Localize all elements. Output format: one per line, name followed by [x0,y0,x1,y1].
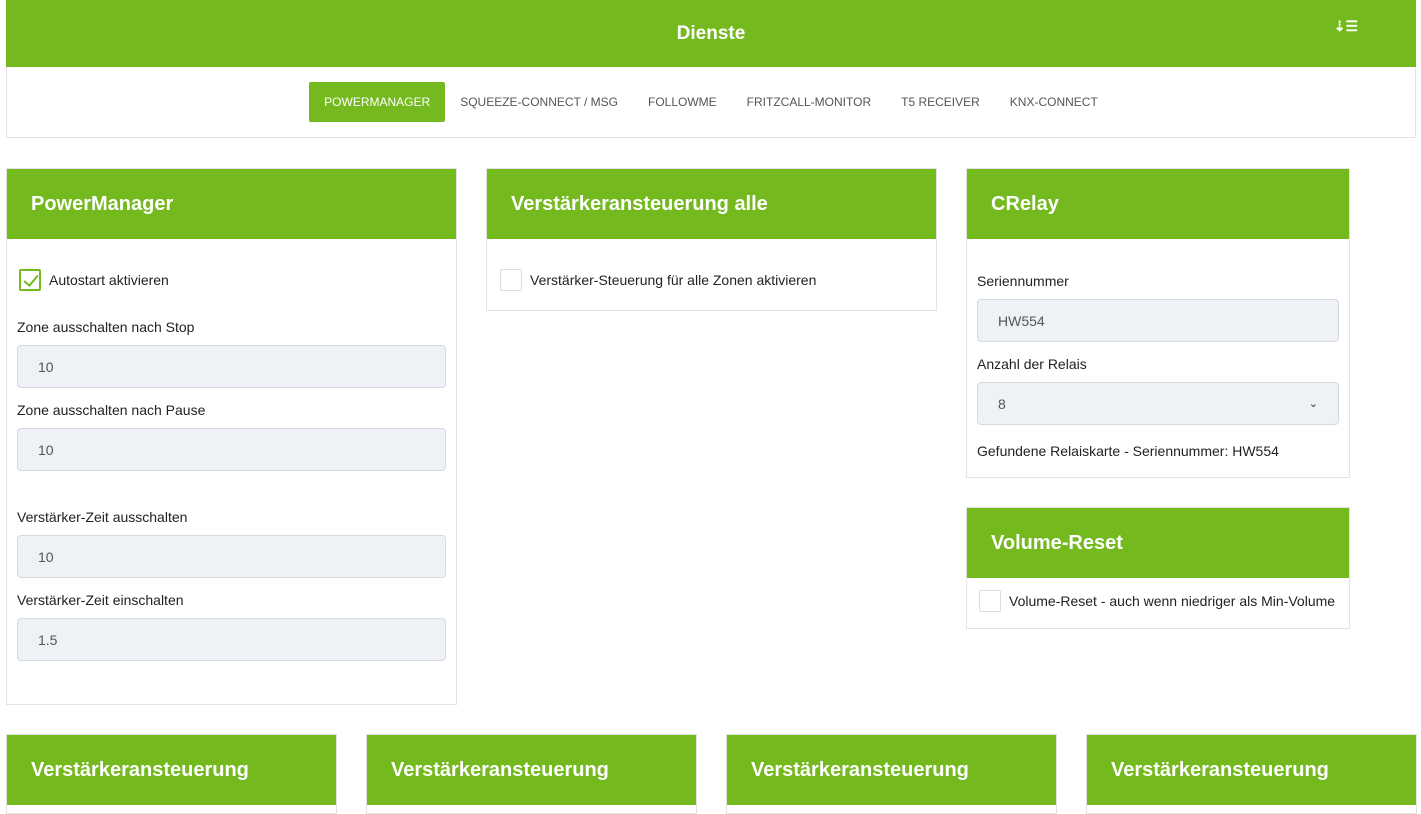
field-label: Zone ausschalten nach Stop [17,319,195,335]
powermanager-card: PowerManager Autostart aktivieren Zone a… [6,168,457,705]
tab-bar: POWERMANAGER SQUEEZE-CONNECT / MSG FOLLO… [6,67,1416,138]
amp-zone-card: Verstärkeransteuerung [6,734,337,814]
field-label: Verstärker-Zeit einschalten [17,592,184,608]
checkbox-label: Verstärker-Steuerung für alle Zonen akti… [530,272,817,288]
card-title: CRelay [967,169,1349,239]
volume-reset-checkbox[interactable]: Volume-Reset - auch wenn niedriger als M… [979,590,1337,612]
tab-followme[interactable]: FOLLOWME [633,82,732,122]
checkbox-icon[interactable] [500,269,522,291]
select-value: 8 [998,395,1006,412]
relay-count-select[interactable]: 8 ⌄ [977,382,1339,425]
page-title: Dienste [676,22,746,44]
amp-off-time-input[interactable]: 10 [17,535,446,578]
card-title: Verstärkeransteuerung [7,735,336,805]
relay-count-label: Anzahl der Relais [977,356,1087,372]
amp-on-time-input[interactable]: 1.5 [17,618,446,661]
card-title: Volume-Reset [967,508,1349,578]
top-header: Dienste ⇣☰ [6,0,1416,67]
tab-knx-connect[interactable]: KNX-CONNECT [995,82,1113,122]
tab-powermanager[interactable]: POWERMANAGER [309,82,446,122]
card-title: Verstärkeransteuerung [727,735,1056,805]
tab-squeeze-connect[interactable]: SQUEEZE-CONNECT / MSG [445,82,633,122]
autostart-checkbox[interactable]: Autostart aktivieren [19,269,446,291]
serial-label: Seriennummer [977,273,1069,289]
checkbox-label: Volume-Reset - auch wenn niedriger als M… [1009,593,1336,609]
tab-t5-receiver[interactable]: T5 RECEIVER [886,82,995,122]
field-label: Zone ausschalten nach Pause [17,402,206,418]
tab-fritzcall-monitor[interactable]: FRITZCALL-MONITOR [732,82,886,122]
crelay-card: CRelay Seriennummer HW554 Anzahl der Rel… [966,168,1350,478]
checkbox-checked-icon[interactable] [19,269,41,291]
amp-zone-card: Verstärkeransteuerung [726,734,1057,814]
zone-off-after-pause-input[interactable]: 10 [17,428,446,471]
card-title: Verstärkeransteuerung [1087,735,1416,805]
amp-all-card: Verstärkeransteuerung alle Verstärker-St… [486,168,937,311]
found-relay-text: Gefundene Relaiskarte - Seriennummer: HW… [977,443,1279,459]
card-title: Verstärkeransteuerung [367,735,696,805]
checkbox-label: Autostart aktivieren [49,272,169,288]
amp-all-checkbox[interactable]: Verstärker-Steuerung für alle Zonen akti… [500,269,923,291]
chevron-down-icon: ⌄ [1308,398,1318,410]
field-label: Verstärker-Zeit ausschalten [17,509,188,525]
amp-zone-card: Verstärkeransteuerung [366,734,697,814]
zone-off-after-stop-input[interactable]: 10 [17,345,446,388]
checkbox-icon[interactable] [979,590,1001,612]
volume-reset-card: Volume-Reset Volume-Reset - auch wenn ni… [966,507,1350,629]
amp-zone-card: Verstärkeransteuerung [1086,734,1417,814]
serial-input[interactable]: HW554 [977,299,1339,342]
sort-desc-icon[interactable]: ⇣☰ [1334,18,1358,35]
card-title: PowerManager [7,169,456,239]
card-title: Verstärkeransteuerung alle [487,169,936,239]
